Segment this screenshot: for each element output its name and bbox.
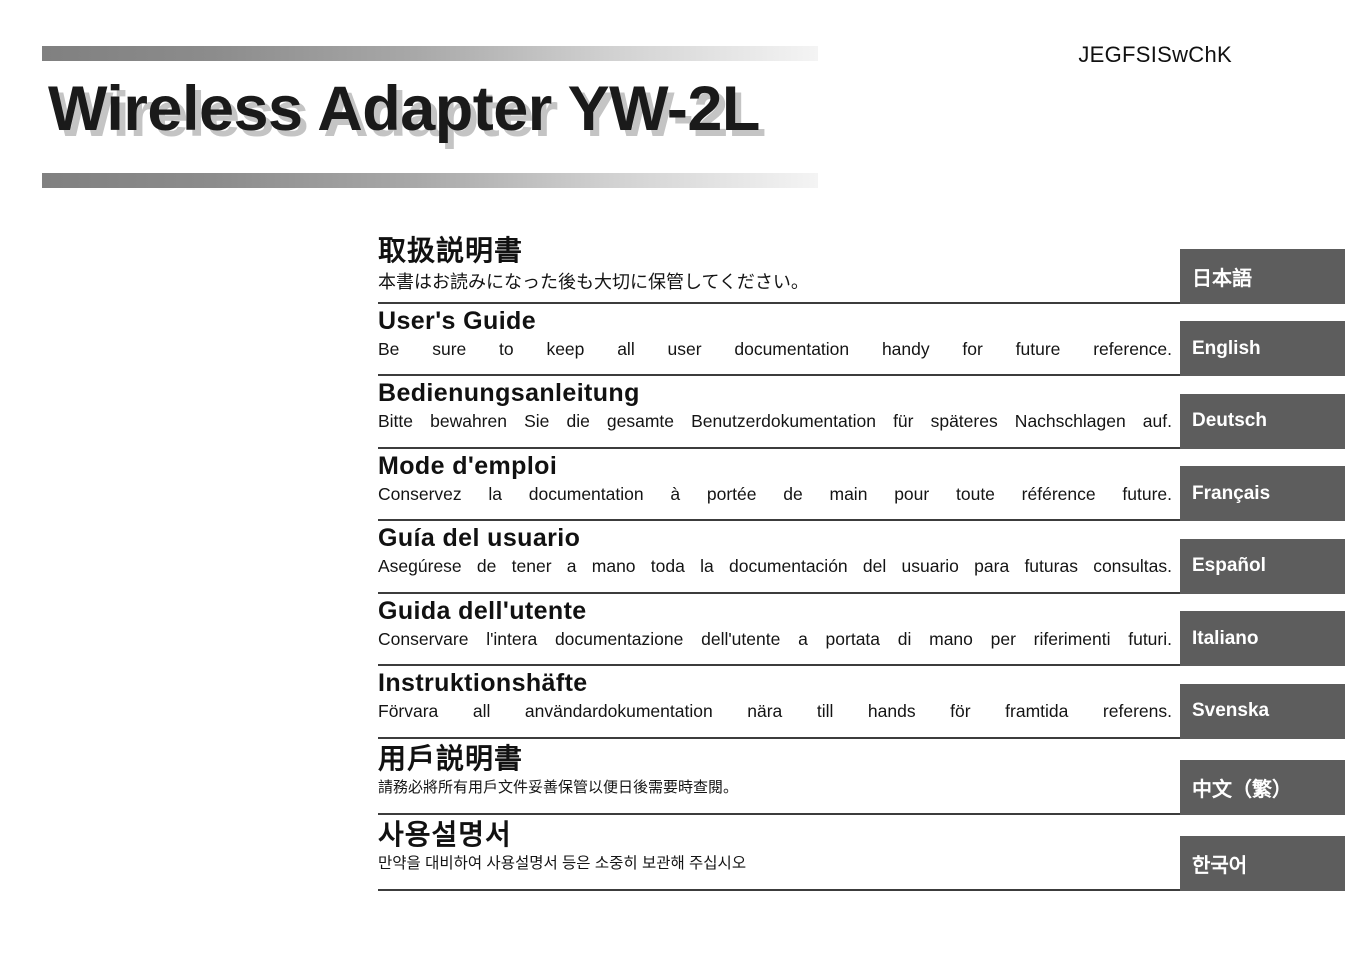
language-text-block: User's Guide Be sure to keep all user doc… — [378, 304, 1180, 376]
title-wrap: Wireless Adapter YW-2L — [42, 61, 818, 173]
language-tab-7[interactable]: Svenska — [1180, 683, 1345, 739]
language-list: 取扱説明書 本書はお読みになった後も大切に保管してください。 日本語 User's G… — [378, 231, 1345, 891]
language-text-block: Guida dell'utente Conservare l'intera doc… — [378, 594, 1180, 666]
language-heading: 사용설명서 — [378, 818, 512, 850]
language-heading: 取扱説明書 — [378, 235, 524, 266]
language-heading: Instruktionshäfte — [378, 669, 588, 697]
language-heading: Bedienungsanleitung — [378, 379, 640, 407]
gradient-bar-top — [42, 46, 818, 61]
language-tab-4[interactable]: Français — [1180, 466, 1345, 521]
language-row: User's Guide Be sure to keep all user doc… — [378, 304, 1345, 376]
language-subtitle: Conservez la documentation à portée de m… — [378, 483, 1172, 504]
language-tab-9[interactable]: 한국어 — [1180, 835, 1345, 891]
page-title: Wireless Adapter YW-2L — [48, 74, 760, 144]
document-page: JEGFSISwChK Wireless Adapter YW-2L 取扱説明書… — [0, 0, 1345, 954]
language-heading: Guía del usuario — [378, 524, 581, 552]
language-subtitle: Förvara all användardokumentation nära t… — [378, 701, 1172, 721]
language-heading: Mode d'emploi — [378, 451, 558, 480]
language-subtitle: 만약을 대비하여 사용설명서 등은 소중히 보관해 주십시오 — [378, 854, 747, 872]
title-block: Wireless Adapter YW-2L — [42, 46, 818, 188]
language-row: Mode d'emploi Conservez la documentation … — [378, 449, 1345, 521]
language-row: 用戶説明書 請務必將所有用戶文件妥善保管以便日後需要時查閱。 中文（繁） — [378, 739, 1345, 815]
language-tab-6[interactable]: Italiano — [1180, 611, 1345, 666]
language-subtitle: Asegúrese de tener a mano toda la docume… — [378, 556, 1172, 576]
language-text-block: Guía del usuario Asegúrese de tener a man… — [378, 521, 1180, 594]
language-text-block: 取扱説明書本書はお読みになった後も大切に保管してください。 — [378, 231, 1180, 304]
language-tab-1[interactable]: 日本語 — [1180, 248, 1345, 304]
language-subtitle: Be sure to keep all user documentation h… — [378, 338, 1172, 359]
language-row: Guía del usuario Asegúrese de tener a man… — [378, 521, 1345, 594]
language-heading: User's Guide — [378, 306, 537, 335]
language-subtitle: Bitte bewahren Sie die gesamte Benutzerd… — [378, 411, 1172, 431]
language-subtitle: 請務必將所有用戶文件妥善保管以便日後需要時查閱。 — [378, 778, 739, 796]
language-text-block: Instruktionshäfte Förvara all användardok… — [378, 666, 1180, 739]
language-heading: 用戶説明書 — [378, 742, 524, 774]
language-row: Instruktionshäfte Förvara all användardok… — [378, 666, 1345, 739]
language-subtitle: 本書はお読みになった後も大切に保管してください。 — [378, 272, 809, 292]
gradient-bar-bottom — [42, 173, 818, 188]
language-row: Guida dell'utente Conservare l'intera doc… — [378, 594, 1345, 666]
language-row: 사용설명서 만약을 대비하여 사용설명서 등은 소중히 보관해 주십시오 한국어 — [378, 815, 1345, 891]
language-tab-2[interactable]: English — [1180, 321, 1345, 376]
language-text-block: Mode d'emploi Conservez la documentation … — [378, 449, 1180, 521]
language-subtitle: Conservare l'intera documentazione dell'… — [378, 628, 1172, 649]
language-row: 取扱説明書 本書はお読みになった後も大切に保管してください。 日本語 — [378, 231, 1345, 304]
language-tab-3[interactable]: Deutsch — [1180, 393, 1345, 449]
model-code-label: JEGFSISwChK — [1078, 42, 1232, 67]
language-tab-5[interactable]: Español — [1180, 538, 1345, 594]
language-text-block: 사용설명서만약을 대비하여 사용설명서 등은 소중히 보관해 주십시오 — [378, 815, 1180, 891]
language-text-block: 用戶説明書請務必將所有用戶文件妥善保管以便日後需要時查閱。 — [378, 739, 1180, 815]
language-tab-8[interactable]: 中文（繁） — [1180, 759, 1345, 815]
language-text-block: Bedienungsanleitung Bitte bewahren Sie di… — [378, 376, 1180, 449]
language-row: Bedienungsanleitung Bitte bewahren Sie di… — [378, 376, 1345, 449]
language-heading: Guida dell'utente — [378, 596, 587, 625]
